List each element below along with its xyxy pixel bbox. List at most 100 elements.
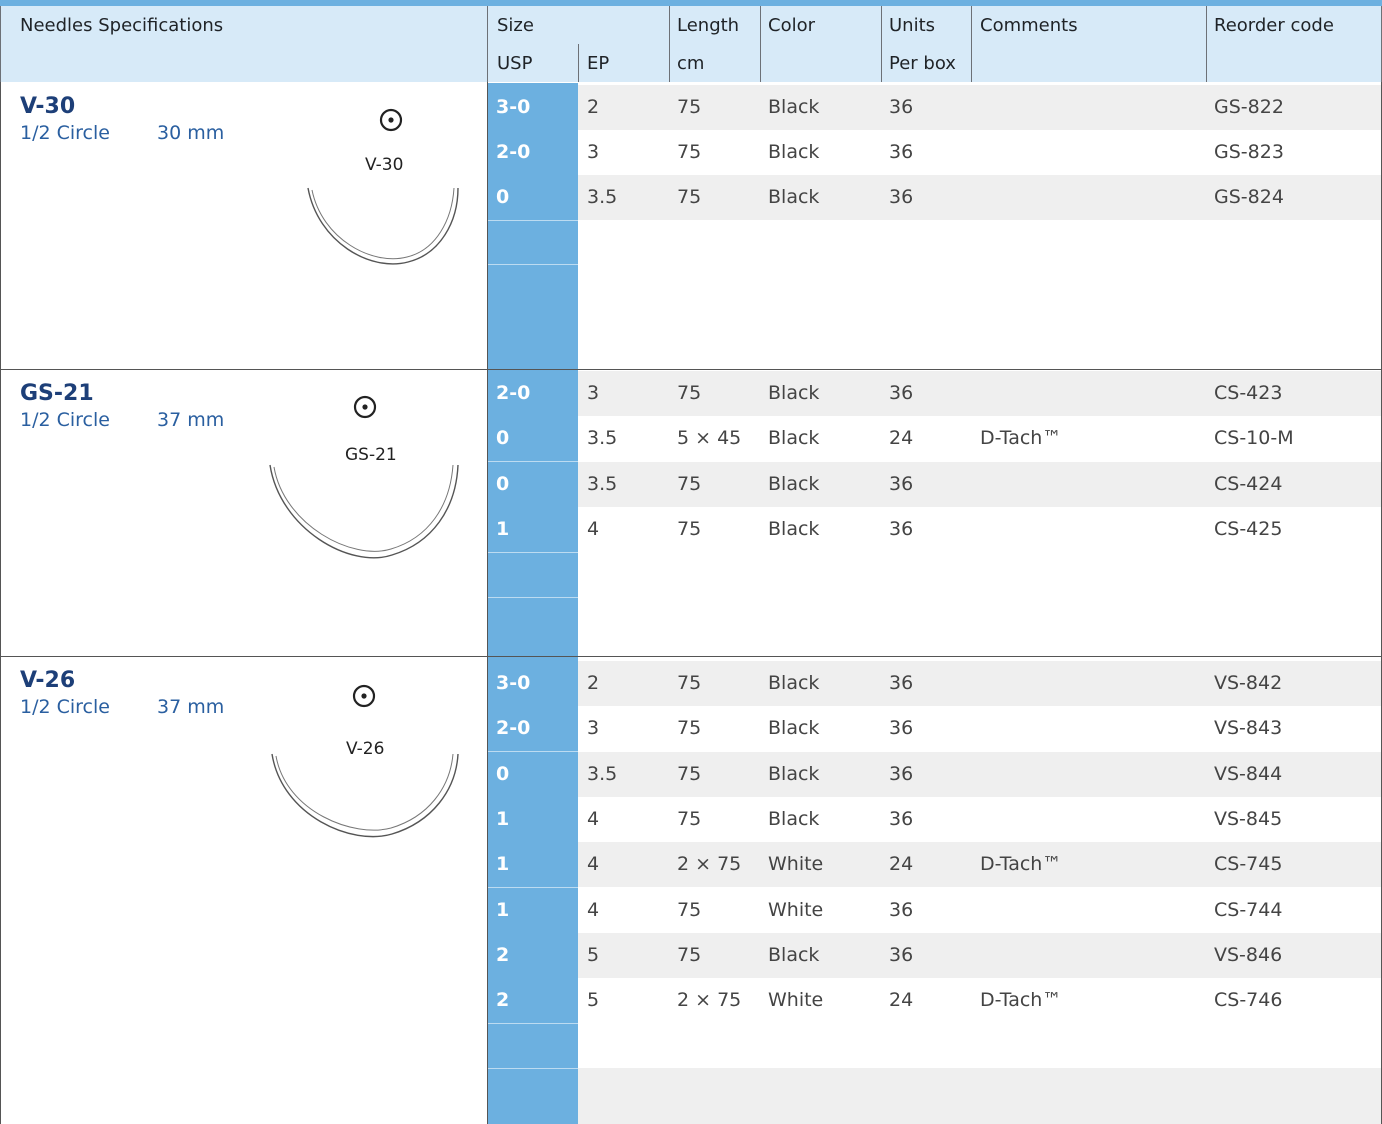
color-cell: White — [768, 899, 824, 921]
header-color: Color — [768, 15, 815, 36]
usp-cell: 2 — [488, 933, 578, 978]
ep-cell: 3.5 — [587, 427, 618, 449]
reorder-cell: GS-822 — [1214, 96, 1284, 118]
needle-label: V-30 — [365, 155, 403, 175]
color-cell: Black — [768, 382, 820, 404]
reorder-cell: VS-845 — [1214, 808, 1283, 830]
ep-cell: 5 — [587, 944, 600, 966]
reorder-cell: VS-843 — [1214, 717, 1283, 739]
usp-separator — [488, 1068, 578, 1069]
usp-cell: 0 — [488, 416, 578, 461]
length-cell: 75 — [677, 473, 702, 495]
comment-cell: D-Tach™ — [980, 427, 1062, 449]
header-divider — [760, 6, 761, 82]
header-units-sub: Per box — [889, 53, 956, 74]
table-row: 1 4 75 Black 36 CS-425 — [488, 507, 1381, 553]
usp-cell: 2-0 — [488, 706, 578, 751]
units-cell: 36 — [889, 899, 914, 921]
section-border — [0, 369, 1, 656]
needle-name: V-30 — [20, 94, 76, 119]
table-row: 1 4 75 Black 36 VS-845 — [488, 797, 1381, 843]
ep-cell: 3 — [587, 141, 600, 163]
header-divider — [1206, 6, 1207, 82]
needle-type: 1/2 Circle — [20, 409, 110, 431]
needle-size: 37 mm — [157, 696, 225, 718]
ep-cell: 3 — [587, 382, 600, 404]
ep-cell: 3.5 — [587, 473, 618, 495]
reorder-cell: CS-745 — [1214, 853, 1283, 875]
reorder-cell: CS-744 — [1214, 899, 1283, 921]
usp-cell: 0 — [488, 752, 578, 797]
ep-cell: 3.5 — [587, 763, 618, 785]
reorder-cell: CS-746 — [1214, 989, 1283, 1011]
header-divider — [487, 6, 488, 82]
reorder-cell: GS-823 — [1214, 141, 1284, 163]
usp-cell: 2-0 — [488, 371, 578, 416]
header-length-unit: cm — [677, 53, 705, 74]
table-row: 0 3.5 5 × 45 Black 24 D-Tach™ CS-10-M — [488, 416, 1381, 462]
needle-type: 1/2 Circle — [20, 696, 110, 718]
units-cell: 36 — [889, 518, 914, 540]
needle-label: GS-21 — [345, 445, 397, 465]
table-row: 2-0 3 75 Black 36 GS-823 — [488, 130, 1381, 176]
needle-name: V-26 — [20, 668, 76, 693]
usp-separator — [488, 597, 578, 598]
usp-cell: 3-0 — [488, 85, 578, 130]
length-cell: 75 — [677, 186, 702, 208]
usp-cell: 0 — [488, 175, 578, 220]
color-cell: Black — [768, 427, 820, 449]
color-cell: Black — [768, 473, 820, 495]
color-cell: Black — [768, 672, 820, 694]
units-cell: 36 — [889, 186, 914, 208]
length-cell: 2 × 75 — [677, 989, 742, 1011]
ep-cell: 3 — [587, 717, 600, 739]
usp-cell: 3-0 — [488, 661, 578, 706]
ep-cell: 4 — [587, 808, 600, 830]
section-border — [0, 656, 1382, 657]
units-cell: 36 — [889, 382, 914, 404]
header-divider — [881, 6, 882, 82]
reorder-cell: CS-424 — [1214, 473, 1283, 495]
usp-separator — [488, 220, 578, 221]
length-cell: 75 — [677, 944, 702, 966]
ep-cell: 2 — [587, 672, 600, 694]
needle-size: 37 mm — [157, 409, 225, 431]
reorder-cell: VS-846 — [1214, 944, 1283, 966]
units-cell: 24 — [889, 989, 914, 1011]
reorder-cell: VS-844 — [1214, 763, 1283, 785]
usp-separator — [488, 552, 578, 553]
length-cell: 75 — [677, 96, 702, 118]
table-row — [488, 1068, 1381, 1124]
table-row: 2 5 2 × 75 White 24 D-Tach™ CS-746 — [488, 978, 1381, 1024]
header-usp: USP — [497, 53, 533, 74]
length-cell: 75 — [677, 518, 702, 540]
length-cell: 75 — [677, 141, 702, 163]
usp-cell: 1 — [488, 797, 578, 842]
length-cell: 75 — [677, 382, 702, 404]
units-cell: 36 — [889, 141, 914, 163]
header-needles-spec: Needles Specifications — [20, 15, 224, 36]
units-cell: 36 — [889, 473, 914, 495]
color-cell: Black — [768, 186, 820, 208]
ep-cell: 4 — [587, 899, 600, 921]
units-cell: 36 — [889, 808, 914, 830]
table-row: 0 3.5 75 Black 36 GS-824 — [488, 175, 1381, 221]
table-row: 2-0 3 75 Black 36 VS-843 — [488, 706, 1381, 752]
usp-cell: 1 — [488, 888, 578, 933]
ep-cell: 2 — [587, 96, 600, 118]
units-cell: 36 — [889, 672, 914, 694]
table-header: Needles Specifications Size USP EP Lengt… — [0, 6, 1382, 82]
needle-size: 30 mm — [157, 122, 225, 144]
ep-cell: 4 — [587, 853, 600, 875]
ep-cell: 5 — [587, 989, 600, 1011]
header-units: Units — [889, 15, 936, 36]
needle-section-v30: V-30 1/2 Circle 30 mm V-30 3-0 2 75 Blac… — [0, 82, 1382, 369]
header-divider — [578, 44, 579, 82]
comment-cell: D-Tach™ — [980, 853, 1062, 875]
table-row: 0 3.5 75 Black 36 VS-844 — [488, 752, 1381, 798]
needle-type: 1/2 Circle — [20, 122, 110, 144]
usp-cell: 2-0 — [488, 130, 578, 175]
usp-column-band — [488, 1068, 578, 1124]
needle-section-gs21: GS-21 1/2 Circle 37 mm GS-21 2-0 3 75 Bl… — [0, 369, 1382, 656]
length-cell: 75 — [677, 899, 702, 921]
